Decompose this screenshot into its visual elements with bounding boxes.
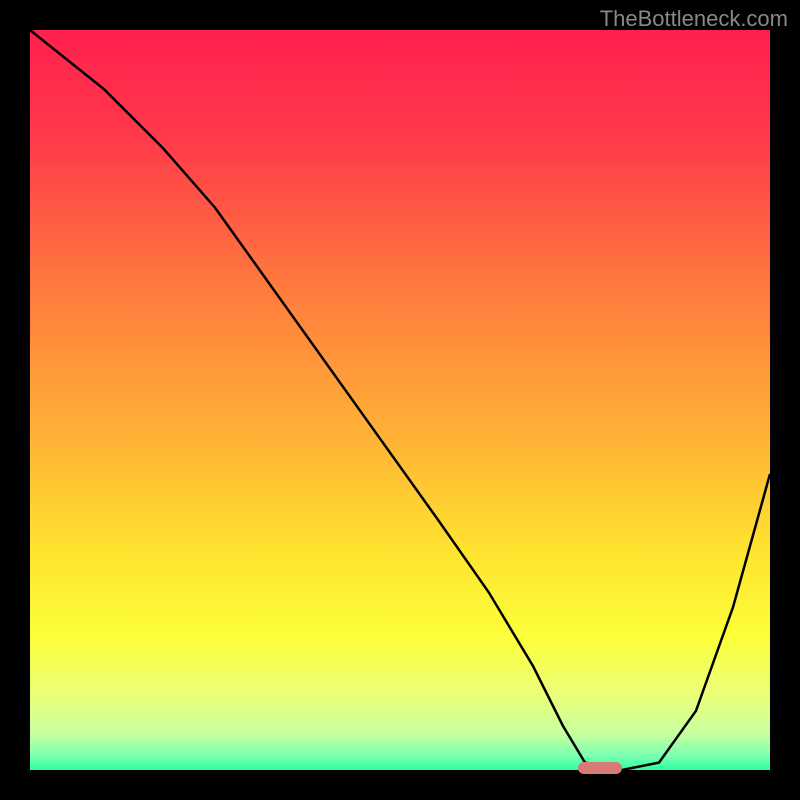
watermark-text: TheBottleneck.com xyxy=(600,6,788,32)
chart-frame xyxy=(30,30,770,770)
gradient-background xyxy=(30,30,770,770)
chart-plot xyxy=(30,30,770,770)
optimal-range-marker xyxy=(578,762,622,774)
